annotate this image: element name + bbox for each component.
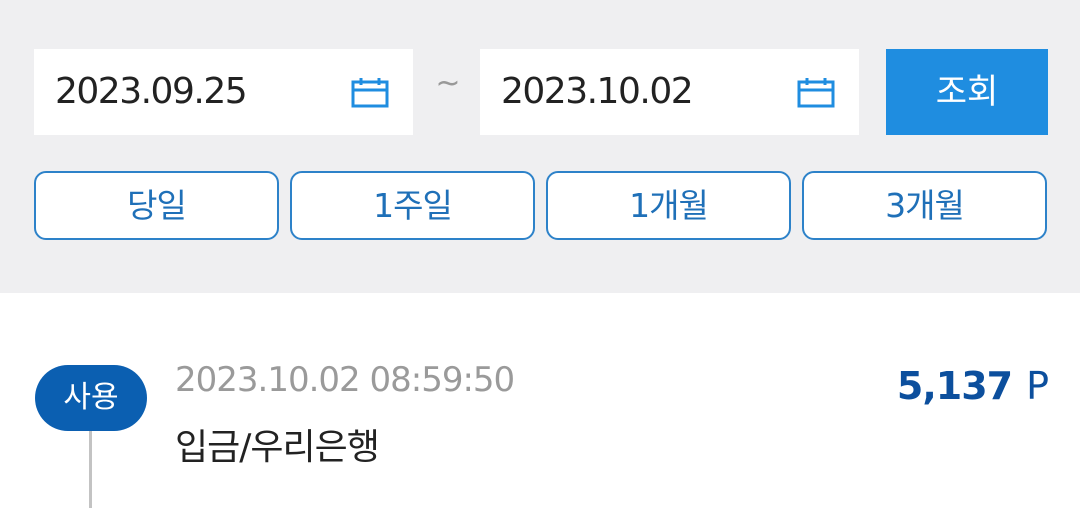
- start-date-field[interactable]: 2023.09.25: [34, 49, 413, 135]
- period-1week-button[interactable]: 1주일: [290, 171, 535, 240]
- end-date-value: 2023.10.02: [501, 71, 694, 112]
- period-1month-button[interactable]: 1개월: [546, 171, 791, 240]
- transaction-amount-unit: P: [1026, 364, 1049, 408]
- start-date-value: 2023.09.25: [55, 71, 248, 112]
- transaction-amount: 5,137 P: [896, 364, 1049, 408]
- period-3month-button[interactable]: 3개월: [802, 171, 1047, 240]
- date-range-separator: ~: [435, 66, 461, 101]
- calendar-icon[interactable]: [351, 78, 389, 108]
- transaction-datetime: 2023.10.02 08:59:50: [175, 360, 515, 400]
- search-button[interactable]: 조회: [886, 49, 1048, 135]
- calendar-icon[interactable]: [797, 78, 835, 108]
- transaction-amount-value: 5,137: [896, 364, 1013, 408]
- transaction-description: 입금/우리은행: [175, 427, 380, 468]
- date-filter-panel: 2023.09.25 ~ 2023.10.02 조회 당일 1주일 1개월 3개…: [0, 0, 1080, 293]
- timeline-line: [89, 431, 92, 508]
- period-today-button[interactable]: 당일: [34, 171, 279, 240]
- transaction-type-badge: 사용: [35, 365, 147, 431]
- end-date-field[interactable]: 2023.10.02: [480, 49, 859, 135]
